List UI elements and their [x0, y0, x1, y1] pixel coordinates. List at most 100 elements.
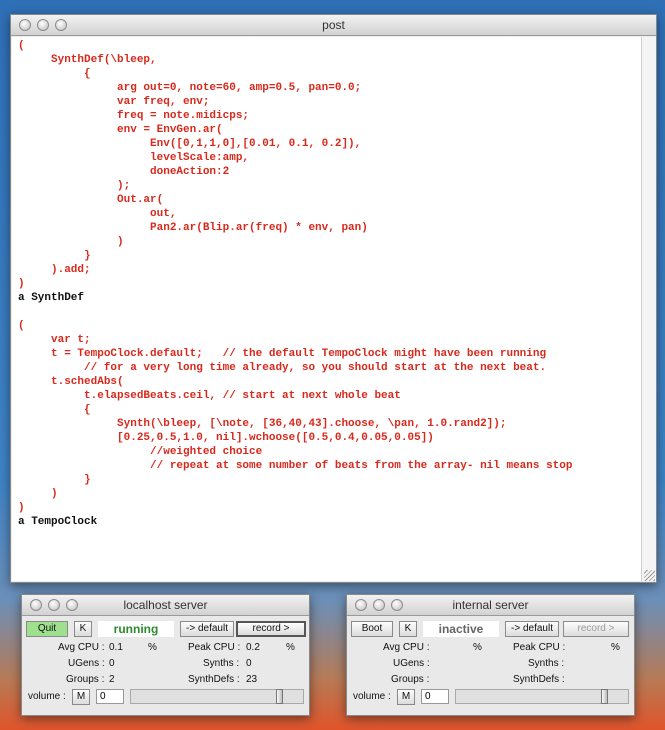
close-button[interactable] [19, 19, 31, 31]
post-code-line: t.schedAbs( [18, 376, 124, 388]
zoom-button[interactable] [66, 599, 78, 611]
post-code-line: //weighted choice [18, 446, 263, 458]
volume-label: volume : [353, 691, 391, 702]
minimize-button[interactable] [48, 599, 60, 611]
post-code-line: } [18, 474, 91, 486]
zoom-button[interactable] [391, 599, 403, 611]
post-code-line: ) [18, 488, 58, 500]
post-code-line: } [18, 250, 91, 262]
post-code-line: ) [18, 278, 25, 290]
post-code-line: levelScale:amp, [18, 152, 250, 164]
volume-label: volume : [28, 691, 66, 702]
minimize-button[interactable] [37, 19, 49, 31]
post-code-line: ).add; [18, 264, 91, 276]
post-window: post ( SynthDef(\bleep, { arg out=0, not… [10, 14, 657, 583]
peak-cpu-unit: % [286, 642, 295, 653]
post-code-line: arg out=0, note=60, amp=0.5, pan=0.0; [18, 82, 362, 94]
avg-cpu-unit: % [148, 642, 157, 653]
avg-cpu-label: Avg CPU : [383, 642, 430, 653]
server-status: running [98, 621, 174, 637]
post-code-line [18, 305, 642, 319]
synths-label: Synths : [203, 658, 240, 669]
internal-server-window: internal server Boot K inactive -> defau… [346, 594, 635, 716]
post-code-line: env = EnvGen.ar( [18, 124, 223, 136]
post-code-line: Out.ar( [18, 194, 164, 206]
post-code-line: { [18, 68, 91, 80]
mute-button[interactable]: M [397, 689, 415, 705]
set-default-button[interactable]: -> default [180, 621, 234, 637]
close-button[interactable] [355, 599, 367, 611]
localhost-server-title: localhost server [123, 598, 208, 612]
minimize-button[interactable] [373, 599, 385, 611]
avg-cpu-unit: % [473, 642, 482, 653]
peak-cpu-label: Peak CPU : [188, 642, 241, 653]
window-controls [30, 599, 78, 611]
mute-button[interactable]: M [72, 689, 90, 705]
post-code-line: out, [18, 208, 177, 220]
resize-grip-icon[interactable] [644, 570, 655, 581]
volume-slider[interactable] [130, 689, 304, 704]
post-code-line: ( [18, 320, 25, 332]
post-code-line: [0.25,0.5,1.0, nil].wchoose([0.5,0.4,0.0… [18, 432, 434, 444]
server-status: inactive [423, 621, 499, 637]
volume-slider[interactable] [455, 689, 629, 704]
peak-cpu-value: 0.2 [246, 642, 260, 653]
synths-value: 0 [246, 658, 252, 669]
avg-cpu-label: Avg CPU : [58, 642, 105, 653]
record-button[interactable]: record > [563, 621, 629, 637]
kill-button[interactable]: K [74, 621, 92, 637]
synthdefs-value: 23 [246, 674, 258, 685]
record-button[interactable]: record > [236, 621, 306, 637]
post-text-area[interactable]: ( SynthDef(\bleep, { arg out=0, note=60,… [12, 37, 642, 581]
post-code-line: SynthDef(\bleep, [18, 54, 157, 66]
post-code-line: { [18, 404, 91, 416]
post-code-line: doneAction:2 [18, 166, 230, 178]
ugens-value: 0 [109, 658, 115, 669]
groups-label: Groups : [66, 674, 105, 685]
synthdefs-label: SynthDefs : [513, 674, 565, 685]
avg-cpu-value: 0.1 [109, 642, 123, 653]
post-code-line: t.elapsedBeats.ceil, // start at next wh… [18, 390, 401, 402]
post-code-line: t = TempoClock.default; // the default T… [18, 348, 547, 360]
synths-label: Synths : [528, 658, 565, 669]
peak-cpu-unit: % [611, 642, 620, 653]
post-code-line: freq = note.midicps; [18, 110, 250, 122]
volume-slider-thumb[interactable] [276, 689, 283, 704]
quit-button[interactable]: Quit [26, 621, 68, 637]
post-window-title: post [322, 18, 345, 32]
localhost-server-titlebar[interactable]: localhost server [22, 595, 309, 616]
post-code-line: ( [18, 40, 25, 52]
volume-field[interactable]: 0 [96, 689, 124, 704]
zoom-button[interactable] [55, 19, 67, 31]
post-code-line: var freq, env; [18, 96, 210, 108]
ugens-label: UGens : [393, 658, 430, 669]
set-default-button[interactable]: -> default [505, 621, 559, 637]
internal-server-title: internal server [452, 598, 529, 612]
groups-value: 2 [109, 674, 115, 685]
synthdefs-label: SynthDefs : [188, 674, 240, 685]
ugens-label: UGens : [68, 658, 105, 669]
post-code-line: var t; [18, 334, 91, 346]
post-code-line: ) [18, 502, 25, 514]
post-code-line: ) [18, 236, 124, 248]
post-code-line: Synth(\bleep, [\note, [36,40,43].choose,… [18, 418, 507, 430]
localhost-server-window: localhost server Quit K running -> defau… [21, 594, 310, 716]
post-output-line: a TempoClock [18, 516, 98, 528]
volume-field[interactable]: 0 [421, 689, 449, 704]
window-controls [19, 19, 67, 31]
close-button[interactable] [30, 599, 42, 611]
groups-label: Groups : [391, 674, 430, 685]
post-code-line: ); [18, 180, 131, 192]
window-controls [355, 599, 403, 611]
post-window-titlebar[interactable]: post [11, 15, 656, 36]
vertical-scrollbar[interactable] [641, 37, 656, 581]
post-code-line: // repeat at some number of beats from t… [18, 460, 573, 472]
post-text[interactable]: ( SynthDef(\bleep, { arg out=0, note=60,… [12, 37, 642, 529]
internal-server-titlebar[interactable]: internal server [347, 595, 634, 616]
volume-slider-thumb[interactable] [601, 689, 608, 704]
kill-button[interactable]: K [399, 621, 417, 637]
boot-button[interactable]: Boot [351, 621, 393, 637]
post-code-line: Env([0,1,1,0],[0.01, 0.1, 0.2]), [18, 138, 362, 150]
post-code-line: // for a very long time already, so you … [18, 362, 547, 374]
post-output-line: a SynthDef [18, 292, 85, 304]
